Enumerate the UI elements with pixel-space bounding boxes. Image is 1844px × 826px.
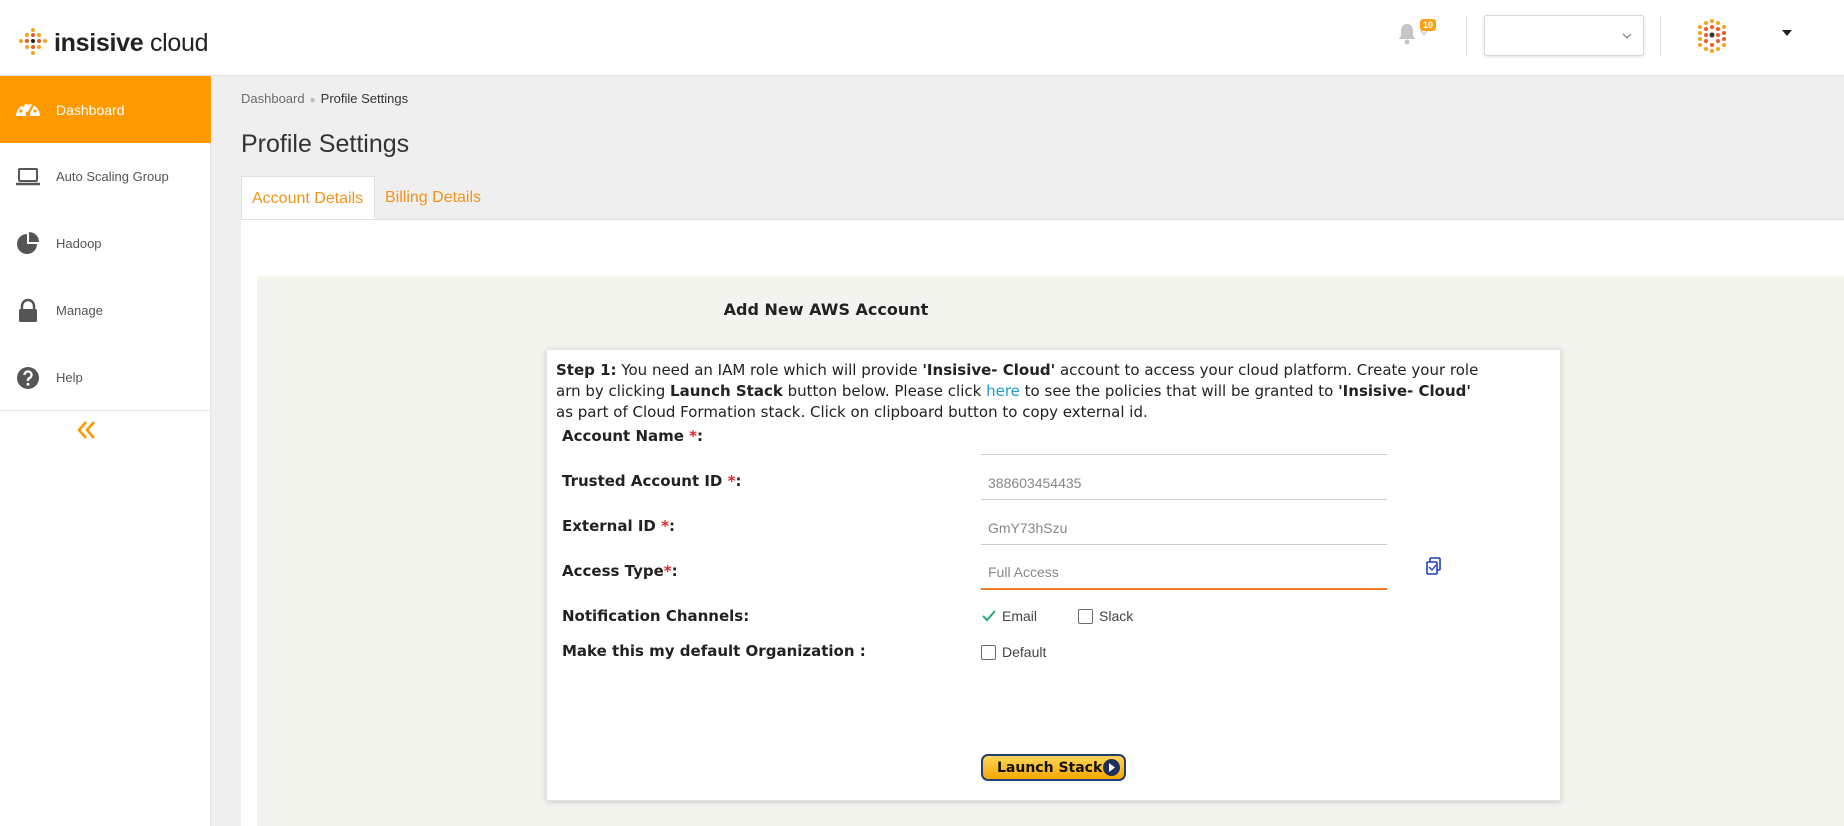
trusted-account-id-label: Trusted Account ID *: <box>562 472 742 490</box>
lock-icon <box>19 298 37 322</box>
notification-channels-label: Notification Channels: <box>562 607 750 625</box>
launch-stack-label: Launch Stack <box>997 759 1103 776</box>
logo-mark-icon <box>18 28 48 58</box>
chevron-down-icon <box>1622 33 1632 39</box>
access-type-input[interactable] <box>981 556 1387 590</box>
dashboard-icon <box>16 100 40 116</box>
policies-link[interactable]: here <box>986 382 1020 400</box>
sidebar-item-dashboard[interactable]: Dashboard <box>0 76 211 143</box>
sidebar-item-label: Help <box>56 370 83 385</box>
external-id-label: External ID *: <box>562 517 675 535</box>
sidebar-item-label: Hadoop <box>56 236 102 251</box>
help-icon <box>17 366 39 389</box>
external-id-input[interactable] <box>981 511 1387 545</box>
access-type-label: Access Type*: <box>562 562 678 580</box>
sidebar-item-label: Auto Scaling Group <box>56 169 169 184</box>
avatar-logo-icon <box>1698 19 1726 53</box>
default-label: Default <box>1002 644 1047 660</box>
breadcrumb-separator: ● <box>309 95 316 106</box>
step-instructions: Step 1: You need an IAM role which will … <box>556 361 1479 421</box>
organization-select[interactable] <box>1484 15 1644 56</box>
default-org-label: Make this my default Organization : <box>562 642 866 660</box>
sidebar-divider <box>0 410 211 411</box>
email-label: Email <box>1002 608 1038 624</box>
notification-bell-icon[interactable] <box>1395 22 1419 46</box>
sidebar-item-hadoop[interactable]: Hadoop <box>0 210 211 277</box>
trusted-account-id-input[interactable] <box>981 466 1387 500</box>
slack-label: Slack <box>1099 608 1134 624</box>
checkmark-icon <box>982 610 996 622</box>
header-divider <box>1660 16 1661 56</box>
sidebar-item-auto-scaling-group[interactable]: Auto Scaling Group <box>0 143 211 210</box>
play-arrow-icon <box>1103 759 1120 776</box>
sidebar: Dashboard Auto Scaling Group Hadoop Mana… <box>0 76 211 826</box>
sidebar-item-label: Manage <box>56 303 103 318</box>
double-chevron-left-icon[interactable] <box>74 417 100 443</box>
launch-stack-button[interactable]: Launch Stack <box>981 754 1126 781</box>
sidebar-item-label: Dashboard <box>56 101 125 118</box>
laptop-icon <box>16 167 40 185</box>
tab-account-details[interactable]: Account Details <box>241 176 375 219</box>
breadcrumb: Dashboard ● Profile Settings <box>241 91 408 106</box>
account-name-input[interactable] <box>981 421 1387 455</box>
notification-caret-icon <box>1420 30 1428 36</box>
header-divider <box>1466 16 1467 56</box>
breadcrumb-current: Profile Settings <box>320 91 409 106</box>
sidebar-item-manage[interactable]: Manage <box>0 277 211 344</box>
user-menu-caret-icon[interactable] <box>1782 30 1792 36</box>
default-org-checkbox[interactable]: Default <box>981 644 1046 660</box>
pie-chart-icon <box>17 231 39 254</box>
breadcrumb-link-dashboard[interactable]: Dashboard <box>241 91 305 106</box>
checkbox-box <box>981 644 996 660</box>
checkbox-box <box>1078 608 1093 624</box>
clipboard-copy-icon[interactable] <box>1424 556 1444 576</box>
sidebar-item-help[interactable]: Help <box>0 344 211 411</box>
tab-billing-details[interactable]: Billing Details <box>375 176 491 219</box>
top-header: insisive cloud 10 <box>0 0 1844 76</box>
brand-logo[interactable]: insisive cloud <box>18 28 209 58</box>
slack-channel-checkbox[interactable]: Slack <box>1078 608 1133 624</box>
email-channel-checkbox[interactable]: Email <box>981 608 1037 624</box>
account-name-label: Account Name *: <box>562 427 704 445</box>
user-avatar[interactable] <box>1696 19 1728 53</box>
form-section-title: Add New AWS Account <box>723 300 929 319</box>
brand-name: insisive cloud <box>54 28 209 57</box>
aws-account-form-card: Step 1: You need an IAM role which will … <box>546 349 1561 801</box>
page-title: Profile Settings <box>241 130 410 158</box>
